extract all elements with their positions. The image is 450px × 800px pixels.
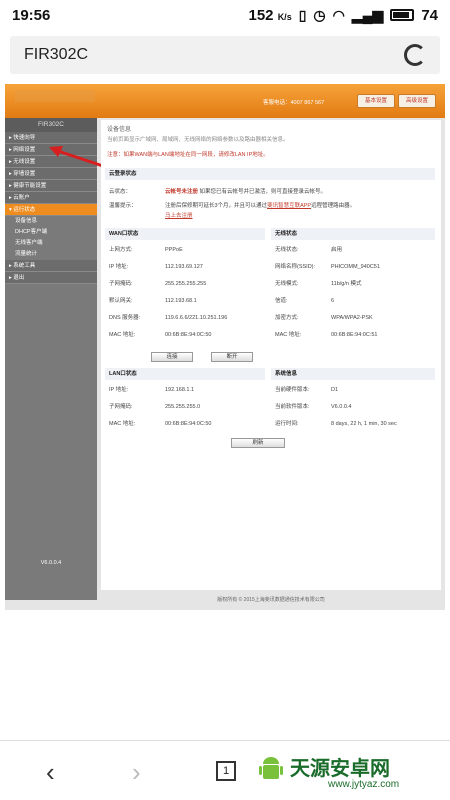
system-heading: 系统信息 bbox=[271, 368, 435, 380]
battery-level: 74 bbox=[421, 6, 438, 24]
info-row: IP 地址: 192.168.1.1 bbox=[109, 387, 195, 393]
disconnect-button[interactable]: 断开 bbox=[211, 352, 253, 362]
advanced-settings-button[interactable]: 高级设置 bbox=[398, 94, 436, 108]
sidebar-item-tools[interactable]: ▸ 系统工具 bbox=[5, 260, 97, 272]
sidebar-sub-traffic[interactable]: 流量统计 bbox=[5, 249, 97, 260]
wan-heading: WAN口状态 bbox=[105, 228, 265, 240]
bottom-navigation: ‹ › 1 天源安卓网 www.jytyaz.com bbox=[0, 740, 450, 800]
sidebar-item-quick-setup[interactable]: ▸ 快速向导 bbox=[5, 132, 97, 144]
sidebar: FIR302C ▸ 快速向导 ▸ 网络设置 ▸ 无线设置 ▸ 穿墙设置 ▸ 健康… bbox=[5, 118, 97, 600]
back-arrow-icon[interactable]: ‹ bbox=[46, 759, 55, 785]
info-row: MAC 地址: 00:6B:8E:94:0C:50 bbox=[109, 421, 212, 427]
register-link-row: 马上去注册 bbox=[165, 210, 193, 222]
android-logo-icon bbox=[259, 757, 283, 779]
info-row: 网络名称(SSID): PHICOMM_940C51 bbox=[275, 264, 380, 270]
support-phone: 客服电话：4007 867 567 bbox=[263, 100, 325, 106]
cloud-tip-row: 温馨提示： 注册后保修期可延长3个月，并且可以通过斐讯智慧互联APP远程管理路由… bbox=[109, 203, 356, 209]
vibrate-icon: ▯ bbox=[298, 6, 307, 23]
brand-logo-text: 天源安卓网 bbox=[290, 758, 390, 780]
logo bbox=[15, 90, 95, 102]
brand-url: www.jytyaz.com bbox=[328, 779, 400, 790]
info-row: MAC 地址: 00:6B:8E:94:0C:51 bbox=[275, 332, 378, 338]
sidebar-sub-dhcp[interactable]: DHCP客户端 bbox=[5, 227, 97, 238]
address-bar[interactable]: FIR302C bbox=[10, 36, 440, 74]
sidebar-item-cloud[interactable]: ▸ 云账户 bbox=[5, 192, 97, 204]
connect-button[interactable]: 连接 bbox=[151, 352, 193, 362]
info-row: 运行时间: 8 days, 22 h, 1 min, 30 sec bbox=[275, 421, 397, 427]
refresh-icon[interactable] bbox=[404, 44, 426, 66]
wireless-heading: 无线状态 bbox=[271, 228, 435, 240]
alarm-icon: ◷ bbox=[313, 6, 326, 23]
status-time: 19:56 bbox=[12, 6, 51, 24]
info-row: 子网掩码: 255.255.255.0 bbox=[109, 404, 201, 410]
sidebar-sub-wireless-clients[interactable]: 无线客户端 bbox=[5, 238, 97, 249]
info-row: IP 地址: 112.193.69.127 bbox=[109, 264, 203, 270]
register-link[interactable]: 马上去注册 bbox=[165, 213, 193, 219]
info-row: 无线状态: 启用 bbox=[275, 247, 343, 253]
cloud-heading: 云登录状态 bbox=[105, 168, 435, 180]
wifi-icon: ◠ bbox=[332, 6, 345, 23]
info-row: 当前硬件版本: D1 bbox=[275, 387, 339, 393]
info-row: 无线模式: 11b/g/n 模式 bbox=[275, 281, 362, 287]
firmware-version: V6.0.0.4 bbox=[40, 560, 62, 566]
info-row: DNS 服务器: 119.6.6.6/221.10.251.196 bbox=[109, 315, 228, 321]
router-header: 客服电话：4007 867 567 基本设置 高级设置 bbox=[5, 84, 445, 118]
content-description: 当前页面显示广域网、局域网、无线网络的网络参数以及路由器相关信息。 bbox=[107, 137, 289, 143]
battery-icon bbox=[390, 9, 415, 21]
signal-icon: ▂▄▆ bbox=[351, 6, 384, 23]
content-title: 设备信息 bbox=[107, 127, 132, 133]
sidebar-sub-device-info[interactable]: 设备信息 bbox=[5, 216, 97, 227]
app-link[interactable]: 斐讯智慧互联APP bbox=[267, 203, 311, 209]
sidebar-brand: FIR302C bbox=[5, 118, 97, 132]
info-row: 默认网关: 112.193.68.1 bbox=[109, 298, 197, 304]
cloud-status-row: 云状态： 云帐号未注册 如果您已有云帐号并已激活，则可直接登录云帐号。 bbox=[109, 189, 327, 195]
sidebar-item-power[interactable]: ▸ 健康节能设置 bbox=[5, 180, 97, 192]
page-title: FIR302C bbox=[24, 46, 89, 63]
router-page: 客服电话：4007 867 567 基本设置 高级设置 FIR302C ▸ 快速… bbox=[5, 84, 445, 610]
copyright-footer: 版权所有 © 2015上海斐讯数据通信技术有限公司 bbox=[217, 597, 325, 603]
refresh-button[interactable]: 刷新 bbox=[231, 438, 285, 448]
info-row: 信道: 6 bbox=[275, 298, 335, 304]
sidebar-item-logout[interactable]: ▸ 退出 bbox=[5, 272, 97, 284]
basic-settings-button[interactable]: 基本设置 bbox=[357, 94, 395, 108]
info-row: 加密方式: WPA/WPA2-PSK bbox=[275, 315, 373, 321]
network-speed: 152 K/s bbox=[248, 6, 292, 24]
content-panel: 设备信息 当前页面显示广域网、局域网、无线网络的网络参数以及路由器相关信息。 注… bbox=[101, 120, 441, 590]
lan-heading: LAN口状态 bbox=[105, 368, 265, 380]
info-row: 上网方式: PPPoE bbox=[109, 247, 183, 253]
forward-arrow-icon[interactable]: › bbox=[132, 759, 141, 785]
info-row: 当前软件版本: V6.0.0.4 bbox=[275, 404, 352, 410]
info-row: MAC 地址: 00:6B:8E:94:0C:50 bbox=[109, 332, 212, 338]
content-note: 注意：如果WAN端与LAN端地址在同一网段，请修改LAN IP地址。 bbox=[107, 152, 269, 158]
sidebar-item-status[interactable]: ▾ 运行状态 bbox=[5, 204, 97, 216]
status-bar: 19:56 152 K/s ▯ ◷ ◠ ▂▄▆ 74 bbox=[0, 0, 450, 30]
info-row: 子网掩码: 255.255.255.255 bbox=[109, 281, 207, 287]
tab-count-button[interactable]: 1 bbox=[216, 761, 236, 781]
